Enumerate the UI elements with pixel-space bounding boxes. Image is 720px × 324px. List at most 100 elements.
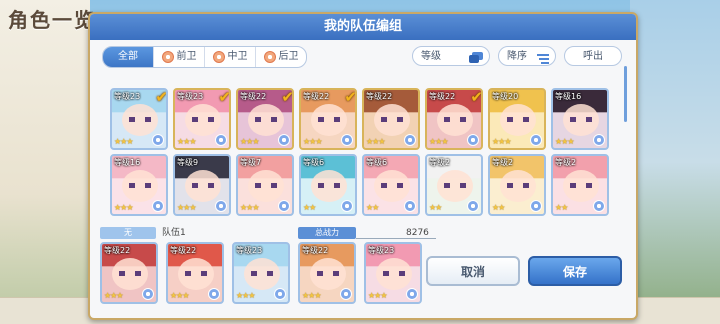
portrait-eyes [383,271,405,276]
character-card[interactable]: 等级9 ★★★ [173,154,231,216]
role-position-icon [212,51,225,63]
character-card[interactable]: 等级2 ★★ [425,154,483,216]
level-label: 等级2 [492,158,514,167]
star-rating: ★★ [303,203,316,212]
rank-badge-icon [274,288,286,300]
team-member-card[interactable]: 等级22 ★★★ [100,242,158,304]
roster-scrollbar[interactable] [624,66,627,122]
portrait-eyes [318,183,340,188]
character-card[interactable]: 等级22 ★★★ ✔ [425,88,483,150]
filter-tab-2[interactable]: 中卫 [205,47,256,67]
star-rating: ★★★ [302,291,321,300]
level-label: 等级2 [555,158,577,167]
portrait-eyes [507,117,529,122]
character-card[interactable]: 等级23 ★★★ ✔ [173,88,231,150]
level-label: 等级22 [429,92,456,101]
rank-badge-icon [404,200,416,212]
role-position-icon [263,51,276,63]
portrait-eyes [317,271,339,276]
star-rating: ★★★ [555,137,574,146]
character-card[interactable]: 等级22 ★★★ ✔ [236,88,294,150]
level-filter-button[interactable]: 等级 [412,46,490,66]
total-power-label: 总战力 [298,227,356,239]
character-card[interactable]: 等级6 ★★ [362,154,420,216]
star-rating: ★★ [492,203,505,212]
filter-tab-label: 后卫 [278,51,299,62]
portrait-eyes [381,183,403,188]
filter-tab-label: 中卫 [227,51,248,62]
call-out-label: 呼出 [583,51,603,62]
portrait-eyes [192,183,214,188]
team-member-card[interactable]: 等级23 ★★★ [232,242,290,304]
level-label: 等级22 [366,92,393,101]
star-rating: ★★★ [366,137,385,146]
star-rating: ★★ [429,203,442,212]
save-button[interactable]: 保存 [528,256,622,286]
background-title: 角色一览 [8,8,96,32]
role-filter-tabs: 全部 前卫 中卫 后卫 [102,46,307,68]
rank-badge-icon [278,134,290,146]
level-label: 等级23 [177,92,204,101]
dialog-title: 我的队伍编组 [90,14,636,40]
team-info-bar: 无 队伍1 总战力 8276 [100,227,620,241]
team-member-card[interactable]: 等级22 ★★★ [166,242,224,304]
portrait-eyes [185,271,207,276]
rank-badge-icon [208,288,220,300]
character-card[interactable]: 等级23 ★★★ ✔ [110,88,168,150]
level-label: 等级23 [236,246,263,255]
portrait-eyes [444,117,466,122]
cancel-button[interactable]: 取消 [426,256,520,286]
call-out-button[interactable]: 呼出 [564,46,622,66]
level-label: 等级22 [170,246,197,255]
level-label: 等级22 [303,92,330,101]
level-filter-label: 等级 [421,51,441,62]
star-rating: ★★★ [177,137,196,146]
character-card[interactable]: 等级20 ★★★ [488,88,546,150]
sort-order-button[interactable]: 降序 [498,46,556,66]
character-card[interactable]: 等级16 ★★★ [110,154,168,216]
character-card[interactable]: 等级2 ★★ [488,154,546,216]
level-label: 等级22 [104,246,131,255]
selected-check-icon: ✔ [344,88,357,106]
level-label: 等级6 [303,158,325,167]
rank-badge-icon [530,134,542,146]
filter-tab-1[interactable]: 前卫 [154,47,205,67]
portrait-eyes [318,117,340,122]
level-label: 等级20 [492,92,519,101]
selected-team: 等级22 ★★★ 等级22 ★★★ 等级23 ★★★ 等级22 ★★★ 等级23 ★★★ [100,242,430,304]
portrait-eyes [251,271,273,276]
rank-badge-icon [593,134,605,146]
star-rating: ★★★ [240,203,259,212]
level-label: 等级16 [555,92,582,101]
team-member-card[interactable]: 等级22 ★★★ [298,242,356,304]
rank-badge-icon [406,288,418,300]
level-label: 等级23 [114,92,141,101]
portrait-eyes [129,117,151,122]
star-rating: ★★★ [303,137,322,146]
level-label: 等级7 [240,158,262,167]
star-rating: ★★★ [114,137,133,146]
rank-badge-icon [142,288,154,300]
character-card[interactable]: 等级7 ★★★ [236,154,294,216]
character-card[interactable]: 等级22 ★★★ [362,88,420,150]
level-label: 等级9 [177,158,199,167]
star-rating: ★★★ [236,291,255,300]
level-label: 等级16 [114,158,141,167]
character-card[interactable]: 等级6 ★★ [299,154,357,216]
team-name[interactable]: 队伍1 [162,227,186,239]
star-rating: ★★★ [429,137,448,146]
character-card[interactable]: 等级16 ★★★ [551,88,609,150]
team-tag: 无 [100,227,156,239]
role-position-icon [161,51,174,63]
character-card[interactable]: 等级22 ★★★ ✔ [299,88,357,150]
filter-tab-3[interactable]: 后卫 [256,47,306,67]
character-card[interactable]: 等级2 ★★ [551,154,609,216]
level-toggle-icon [469,51,483,71]
team-member-card[interactable]: 等级23 ★★★ [364,242,422,304]
star-rating: ★★★ [177,203,196,212]
portrait-eyes [119,271,141,276]
rank-badge-icon [341,134,353,146]
filter-tab-0[interactable]: 全部 [103,47,154,67]
rank-badge-icon [340,288,352,300]
star-rating: ★★★ [240,137,259,146]
